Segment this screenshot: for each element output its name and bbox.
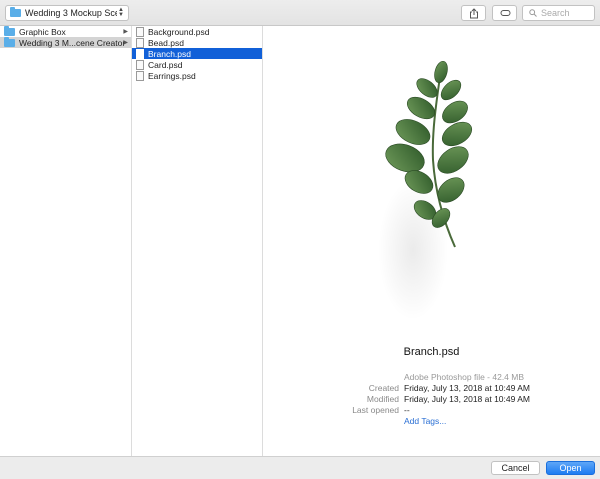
folder-icon — [4, 36, 15, 47]
folder-item-graphic-box[interactable]: Graphic Box ▶ — [0, 25, 131, 37]
cancel-button[interactable]: Cancel — [491, 461, 540, 475]
last-opened-label: Last opened — [352, 405, 399, 415]
last-opened-value: -- — [404, 405, 410, 415]
file-item-label: Background.psd — [148, 26, 210, 37]
chevron-updown-icon: ▲ ▼ — [118, 7, 124, 18]
toolbar: Wedding 3 Mockup Sce... ▲▼ Search — [0, 0, 600, 26]
modified-label: Modified — [366, 394, 399, 404]
file-icon — [136, 37, 144, 48]
file-item-background[interactable]: Background.psd — [132, 26, 262, 37]
file-item-label: Earrings.psd — [148, 70, 196, 81]
file-icon — [136, 70, 144, 81]
location-label: Wedding 3 Mockup Sce... — [25, 8, 117, 18]
file-icon — [136, 59, 144, 70]
file-item-label: Branch.psd — [148, 48, 191, 59]
tag-button[interactable] — [492, 5, 517, 21]
modified-value: Friday, July 13, 2018 at 10:49 AM — [404, 394, 530, 404]
created-row: Created Friday, July 13, 2018 at 10:49 A… — [333, 383, 600, 394]
share-button[interactable] — [461, 5, 486, 21]
files-column: Background.psd Bead.psd Branch.psd Card.… — [132, 26, 263, 456]
folder-icon — [4, 25, 15, 36]
preview-pane: Branch.psd Adobe Photoshop file - 42.4 M… — [263, 26, 600, 456]
last-opened-row: Last opened -- — [333, 405, 600, 416]
open-button[interactable]: Open — [546, 461, 595, 475]
modified-row: Modified Friday, July 13, 2018 at 10:49 … — [333, 394, 600, 405]
file-item-bead[interactable]: Bead.psd — [132, 37, 262, 48]
dialog-footer: Cancel Open — [0, 456, 600, 479]
share-icon — [470, 8, 478, 19]
file-browser: Graphic Box ▶ Wedding 3 M...cene Creator… — [0, 25, 600, 456]
preview-file-name: Branch.psd — [403, 346, 460, 358]
search-placeholder: Search — [541, 8, 570, 18]
folder-icon — [10, 7, 21, 17]
preview-file-kind: Adobe Photoshop file - 42.4 MB — [404, 372, 525, 382]
file-icon — [136, 26, 144, 37]
search-icon — [529, 9, 537, 17]
folder-column: Graphic Box ▶ Wedding 3 M...cene Creator… — [0, 25, 132, 456]
add-tags-link[interactable]: Add Tags... — [404, 416, 446, 426]
file-item-label: Bead.psd — [148, 37, 184, 48]
chevron-right-icon: ▶ — [123, 29, 128, 35]
folder-item-wedding-3[interactable]: Wedding 3 M...cene Creator ▶ — [0, 36, 131, 48]
location-popup[interactable]: Wedding 3 Mockup Sce... ▲▼ — [5, 5, 129, 21]
search-field[interactable]: Search — [522, 5, 595, 21]
branch-thumbnail — [378, 60, 473, 320]
file-icon — [136, 48, 144, 59]
tag-icon — [500, 10, 511, 16]
folder-item-label: Wedding 3 M...cene Creator — [19, 37, 126, 48]
folder-item-label: Graphic Box — [19, 26, 66, 37]
created-label: Created — [368, 383, 399, 393]
file-item-branch[interactable]: Branch.psd — [132, 48, 262, 59]
chevron-right-icon: ▶ — [123, 40, 128, 46]
file-item-card[interactable]: Card.psd — [132, 59, 262, 70]
created-value: Friday, July 13, 2018 at 10:49 AM — [404, 383, 530, 393]
file-item-earrings[interactable]: Earrings.psd — [132, 70, 262, 81]
file-item-label: Card.psd — [148, 59, 183, 70]
